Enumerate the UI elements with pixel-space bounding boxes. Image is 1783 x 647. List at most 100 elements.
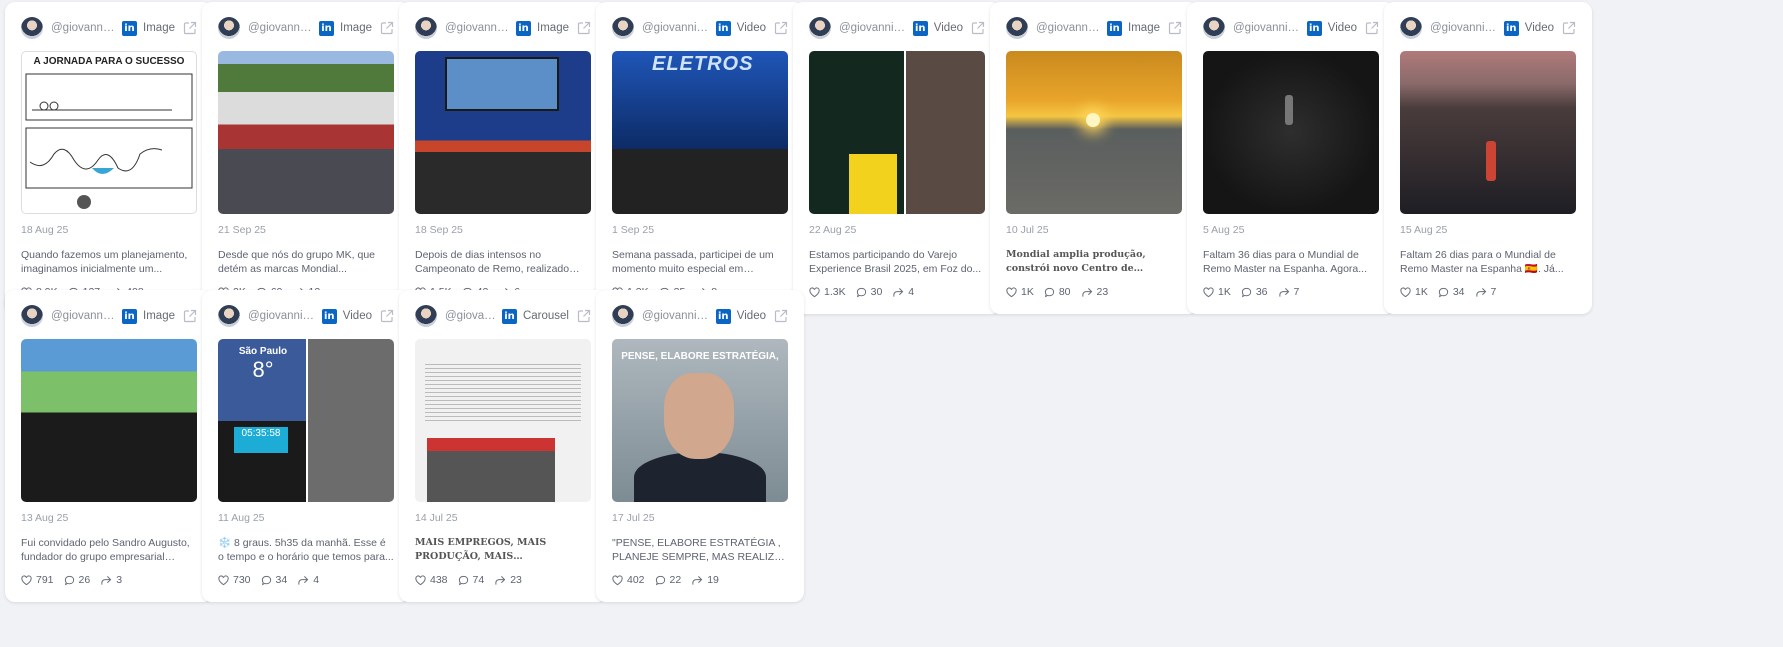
post-stats: 438 74 23 — [415, 574, 591, 586]
stage-screen — [445, 57, 559, 111]
shares-count: 4 — [313, 574, 320, 586]
post-card-11[interactable]: @giovan... in Carousel 14 Jul 25 MAIS EM… — [399, 290, 607, 602]
author-handle[interactable]: @giovanni-... — [1233, 22, 1301, 34]
external-link-icon[interactable] — [774, 309, 788, 323]
likes-stat: 791 — [21, 574, 54, 586]
comment-icon — [856, 287, 866, 297]
author-handle[interactable]: @giovanni-... — [445, 22, 510, 34]
likes-count: 730 — [233, 574, 251, 586]
external-link-icon[interactable] — [380, 309, 394, 323]
post-stats: 1K 34 7 — [1400, 286, 1576, 298]
linkedin-icon: in — [1107, 20, 1123, 36]
likes-stat: 1K — [1006, 286, 1034, 298]
thumbnail-title: PENSE, ELABORE ESTRATÉGIA, — [621, 351, 779, 362]
author-handle[interactable]: @giovanni-... — [1430, 22, 1498, 34]
avatar — [612, 17, 634, 39]
author-handle[interactable]: @giovanni-... — [839, 22, 907, 34]
post-card-4[interactable]: @giovanni-... in Video ELETROS 1 Sep 25 … — [596, 2, 804, 314]
author-handle[interactable]: @giovanni-... — [248, 22, 313, 34]
post-stats: 1K 36 7 — [1203, 286, 1379, 298]
likes-stat: 1K — [1203, 286, 1231, 298]
avatar — [21, 17, 43, 39]
post-header: @giovanni-... in Video — [612, 305, 788, 327]
post-type-label: Image — [143, 22, 175, 34]
heart-icon — [21, 575, 32, 585]
author-handle[interactable]: @giovanni-... — [248, 310, 316, 322]
post-text: Estamos participando do Varejo Experienc… — [809, 249, 982, 275]
post-date: 21 Sep 25 — [218, 224, 266, 236]
post-header: @giovanni-... in Image — [21, 17, 197, 39]
thumbnail-title: ELETROS — [652, 53, 754, 75]
sketch-drawing — [25, 73, 193, 209]
comments-stat: 36 — [1241, 286, 1268, 298]
post-card-1[interactable]: @giovanni-... in Image A JORNADA PARA O … — [5, 2, 213, 314]
post-card-10[interactable]: @giovanni-... in Video São Paulo 8° 05:35:… — [202, 290, 410, 602]
likes-count: 791 — [36, 574, 54, 586]
author-handle[interactable]: @giovanni-... — [1036, 22, 1101, 34]
post-date: 22 Aug 25 — [809, 224, 857, 236]
share-icon — [1278, 287, 1289, 297]
linkedin-icon: in — [715, 308, 731, 324]
external-link-icon[interactable] — [1365, 21, 1379, 35]
post-card-6[interactable]: @giovanni-... in Image 10 Jul 25 Mondial… — [990, 2, 1198, 314]
post-date: 11 Aug 25 — [218, 512, 265, 524]
post-type-label: Image — [537, 22, 569, 34]
author-handle[interactable]: @giovanni-... — [51, 22, 116, 34]
share-icon — [495, 575, 506, 585]
post-thumbnail[interactable] — [1006, 51, 1182, 214]
external-link-icon[interactable] — [183, 21, 197, 35]
external-link-icon[interactable] — [774, 21, 788, 35]
post-thumbnail[interactable]: A JORNADA PARA O SUCESSO — [21, 51, 197, 214]
share-icon — [692, 575, 703, 585]
external-link-icon[interactable] — [380, 21, 394, 35]
post-thumbnail[interactable] — [218, 51, 394, 214]
external-link-icon[interactable] — [1562, 21, 1576, 35]
document-photo — [427, 438, 555, 502]
share-icon — [893, 287, 904, 297]
post-header: @giovanni-... in Video — [218, 305, 394, 327]
post-thumbnail[interactable] — [21, 339, 197, 502]
post-type-label: Video — [342, 310, 372, 322]
author-handle[interactable]: @giovan... — [445, 310, 496, 322]
external-link-icon[interactable] — [577, 309, 591, 323]
post-card-2[interactable]: @giovanni-... in Image 21 Sep 25 Desde q… — [202, 2, 410, 314]
external-link-icon[interactable] — [1168, 21, 1182, 35]
post-thumbnail[interactable] — [415, 51, 591, 214]
post-card-7[interactable]: @giovanni-... in Video 5 Aug 25 Faltam 3… — [1187, 2, 1395, 314]
likes-count: 1.3K — [824, 286, 846, 298]
post-date: 10 Jul 25 — [1006, 224, 1049, 236]
post-card-12[interactable]: @giovanni-... in Video PENSE, ELABORE ES… — [596, 290, 804, 602]
author-handle[interactable]: @giovanni-... — [642, 22, 710, 34]
post-card-5[interactable]: @giovanni-... in Video 22 Aug 25 Estamos… — [793, 2, 1001, 314]
post-stats: 1K 80 23 — [1006, 286, 1182, 298]
external-link-icon[interactable] — [577, 21, 591, 35]
shares-count: 3 — [116, 574, 123, 586]
comments-stat: 34 — [1438, 286, 1465, 298]
external-link-icon[interactable] — [971, 21, 985, 35]
post-thumbnail[interactable] — [1203, 51, 1379, 214]
share-icon — [101, 575, 112, 585]
external-link-icon[interactable] — [183, 309, 197, 323]
post-header: @giovanni-... in Video — [1203, 17, 1379, 39]
avatar — [612, 305, 634, 327]
post-date: 15 Aug 25 — [1400, 224, 1448, 236]
post-stats: 791 26 3 — [21, 574, 197, 586]
post-thumbnail[interactable]: PENSE, ELABORE ESTRATÉGIA, — [612, 339, 788, 502]
post-thumbnail[interactable]: São Paulo 8° 05:35:58 — [218, 339, 394, 502]
post-type-label: Carousel — [522, 310, 569, 322]
author-handle[interactable]: @giovanni-... — [642, 310, 710, 322]
comments-count: 74 — [472, 574, 485, 586]
comments-count: 34 — [275, 574, 288, 586]
post-header: @giovanni-... in Video — [612, 17, 788, 39]
post-card-9[interactable]: @giovanni-... in Image 13 Aug 25 Fui con… — [5, 290, 213, 602]
post-type-label: Image — [340, 22, 372, 34]
author-handle[interactable]: @giovanni-... — [51, 310, 116, 322]
linkedin-icon: in — [715, 20, 731, 36]
post-card-8[interactable]: @giovanni-... in Video 15 Aug 25 Faltam … — [1384, 2, 1592, 314]
post-thumbnail[interactable] — [809, 51, 985, 214]
post-thumbnail[interactable] — [415, 339, 591, 502]
post-card-3[interactable]: @giovanni-... in Image 18 Sep 25 Depois … — [399, 2, 607, 314]
share-icon — [1475, 287, 1486, 297]
post-thumbnail[interactable]: ELETROS — [612, 51, 788, 214]
post-thumbnail[interactable] — [1400, 51, 1576, 214]
